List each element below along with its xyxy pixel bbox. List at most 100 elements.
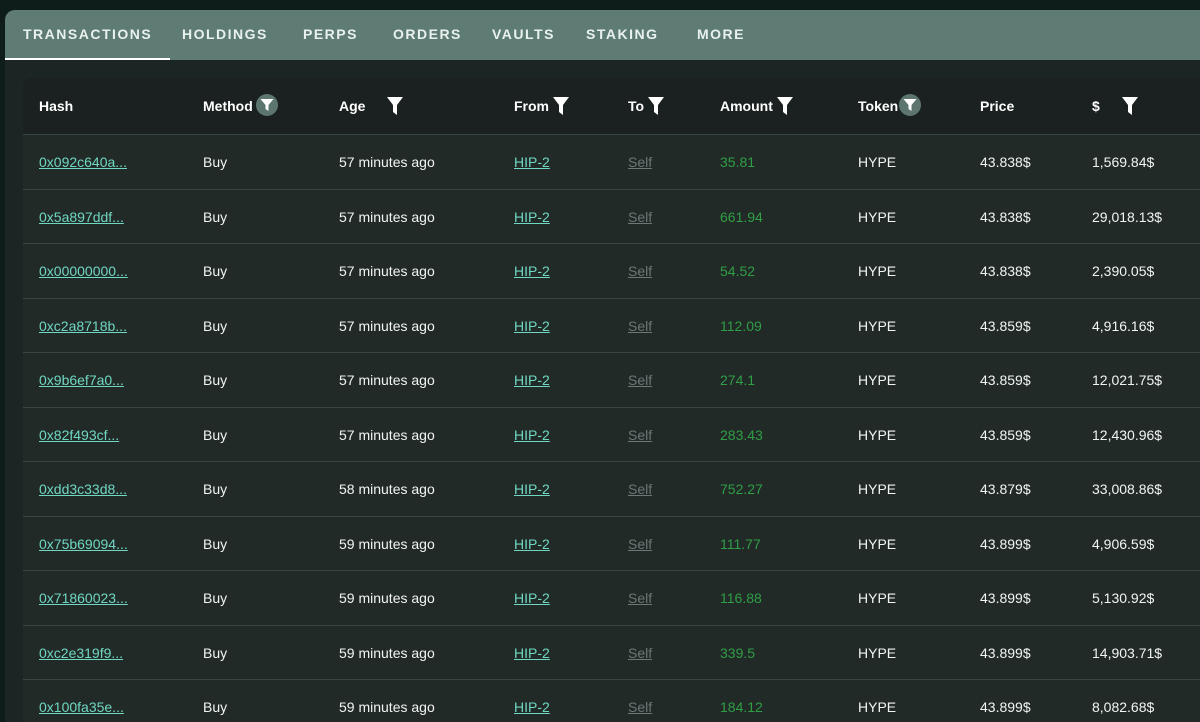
usd-cell: 4,906.59$ <box>1092 535 1155 552</box>
method-cell: Buy <box>203 208 228 225</box>
price-cell: 43.838$ <box>980 208 1031 225</box>
price-cell: 43.899$ <box>980 644 1031 661</box>
from-link[interactable]: HIP-2 <box>514 517 550 571</box>
from-link[interactable]: HIP-2 <box>514 135 550 189</box>
to-link[interactable]: Self <box>628 462 652 516</box>
usd-filter-funnel-icon[interactable] <box>1122 97 1138 115</box>
from-link[interactable]: HIP-2 <box>514 353 550 407</box>
age-cell: 57 minutes ago <box>339 208 435 225</box>
amount-cell: 184.12 <box>720 699 763 715</box>
price-cell: 43.859$ <box>980 372 1031 388</box>
table-row: 0x9b6ef7a0... Buy 57 minutes ago HIP-2 Self 2… <box>23 352 1200 407</box>
usd-cell: 12,430.96$ <box>1092 426 1163 443</box>
usd-cell: 14,903.71$ <box>1092 644 1163 661</box>
amount-cell: 661.94 <box>720 208 763 225</box>
token-cell: HYPE <box>858 208 897 225</box>
table-row: 0x75b69094... Buy 59 minutes ago HIP-2 Self 1… <box>23 515 1200 571</box>
from-link[interactable]: HIP-2 <box>514 571 550 625</box>
age-filter-funnel-icon[interactable] <box>387 97 403 115</box>
age-cell: 57 minutes ago <box>339 317 435 334</box>
tab-more[interactable]: MORE <box>697 10 745 60</box>
token-cell: HYPE <box>858 535 897 552</box>
from-link[interactable]: HIP-2 <box>514 680 550 722</box>
to-link[interactable]: Self <box>628 517 652 571</box>
amount-cell: 116.88 <box>720 590 762 606</box>
from-link[interactable]: HIP-2 <box>514 244 550 298</box>
to-link[interactable]: Self <box>628 299 652 353</box>
hash-link[interactable]: 0x75b69094... <box>39 517 128 571</box>
price-cell: 43.899$ <box>980 590 1031 606</box>
tab-perps[interactable]: PERPS <box>303 10 358 60</box>
to-link[interactable]: Self <box>628 244 652 298</box>
header-token: Token <box>858 98 899 114</box>
token-cell: HYPE <box>858 481 897 497</box>
table-row: 0x71860023... Buy 59 minutes ago HIP-2 Self 1… <box>23 570 1200 625</box>
price-cell: 43.838$ <box>980 263 1031 279</box>
explorer-panel: TRANSACTIONS HOLDINGS PERPS ORDERS VAULT… <box>5 10 1200 722</box>
amount-cell: 35.81 <box>720 154 756 170</box>
table-row: 0xdd3c33d8... Buy 58 minutes ago HIP-2 Self 7… <box>23 461 1200 516</box>
price-cell: 43.838$ <box>980 154 1031 170</box>
method-cell: Buy <box>203 154 228 170</box>
amount-cell: 111.77 <box>720 535 761 552</box>
to-link[interactable]: Self <box>628 408 652 462</box>
age-cell: 57 minutes ago <box>339 263 435 279</box>
token-cell: HYPE <box>858 154 897 170</box>
from-link[interactable]: HIP-2 <box>514 299 550 353</box>
token-filter-funnel-icon[interactable] <box>899 94 921 116</box>
hash-link[interactable]: 0xdd3c33d8... <box>39 462 127 516</box>
from-filter-funnel-icon[interactable] <box>553 97 569 115</box>
hash-link[interactable]: 0xc2a8718b... <box>39 299 127 353</box>
table-row: 0x82f493cf... Buy 57 minutes ago HIP-2 Self 2… <box>23 406 1200 462</box>
method-cell: Buy <box>203 644 228 661</box>
token-cell: HYPE <box>858 426 897 443</box>
to-filter-funnel-icon[interactable] <box>648 97 664 115</box>
hash-link[interactable]: 0xc2e319f9... <box>39 626 123 680</box>
method-cell: Buy <box>203 481 228 497</box>
tab-bar: TRANSACTIONS HOLDINGS PERPS ORDERS VAULT… <box>5 10 1200 60</box>
usd-cell: 2,390.05$ <box>1092 263 1155 279</box>
header-hash: Hash <box>39 98 74 114</box>
tab-staking[interactable]: STAKING <box>586 10 658 60</box>
from-link[interactable]: HIP-2 <box>514 626 550 680</box>
method-cell: Buy <box>203 317 228 334</box>
hash-link[interactable]: 0x9b6ef7a0... <box>39 353 124 407</box>
method-filter-funnel-icon[interactable] <box>256 94 278 116</box>
hash-link[interactable]: 0x100fa35e... <box>39 680 124 722</box>
hash-link[interactable]: 0x5a897ddf... <box>39 190 124 244</box>
hash-link[interactable]: 0x71860023... <box>39 571 128 625</box>
to-link[interactable]: Self <box>628 135 652 189</box>
to-link[interactable]: Self <box>628 571 652 625</box>
hash-link[interactable]: 0x82f493cf... <box>39 408 119 462</box>
header-age: Age <box>339 98 366 114</box>
amount-filter-funnel-icon[interactable] <box>777 97 793 115</box>
age-cell: 59 minutes ago <box>339 590 435 606</box>
from-link[interactable]: HIP-2 <box>514 408 550 462</box>
tab-transactions[interactable]: TRANSACTIONS <box>5 10 171 60</box>
method-cell: Buy <box>203 699 228 715</box>
from-link[interactable]: HIP-2 <box>514 190 550 244</box>
table-row: 0x5a897ddf... Buy 57 minutes ago HIP-2 Self 6… <box>23 188 1200 244</box>
hash-link[interactable]: 0x00000000... <box>39 244 128 298</box>
tab-vaults[interactable]: VAULTS <box>492 10 555 60</box>
header-amount: Amount <box>720 98 773 114</box>
method-cell: Buy <box>203 263 228 279</box>
method-cell: Buy <box>203 372 228 388</box>
to-link[interactable]: Self <box>628 680 652 722</box>
header-usd: $ <box>1092 98 1100 114</box>
price-cell: 43.899$ <box>980 699 1031 715</box>
to-link[interactable]: Self <box>628 353 652 407</box>
age-cell: 57 minutes ago <box>339 154 435 170</box>
tab-orders[interactable]: ORDERS <box>393 10 462 60</box>
age-cell: 59 minutes ago <box>339 699 435 715</box>
to-link[interactable]: Self <box>628 626 652 680</box>
age-cell: 57 minutes ago <box>339 372 435 388</box>
from-link[interactable]: HIP-2 <box>514 462 550 516</box>
usd-cell: 12,021.75$ <box>1092 372 1163 388</box>
hash-link[interactable]: 0x092c640a... <box>39 135 127 189</box>
to-link[interactable]: Self <box>628 190 652 244</box>
tab-holdings[interactable]: HOLDINGS <box>182 10 268 60</box>
table-row: 0x00000000... Buy 57 minutes ago HIP-2 Self 5… <box>23 243 1200 298</box>
price-cell: 43.859$ <box>980 317 1031 334</box>
price-cell: 43.859$ <box>980 426 1031 443</box>
